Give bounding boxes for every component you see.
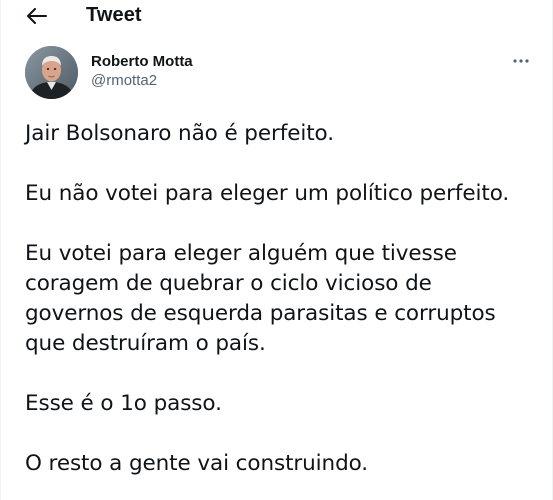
tweet-line: Eu não votei para eleger um político per… [25,181,510,206]
top-bar: Tweet [1,0,552,34]
arrow-left-icon [27,8,47,24]
tweet-line: governos de esquerda parasitas e corrupt… [25,301,496,326]
author-names: Roberto Motta @rmotta2 [91,52,193,91]
tweet-author: Roberto Motta @rmotta2 [25,46,536,102]
back-button[interactable] [23,3,51,29]
tweet-line: O resto a gente vai construindo. [25,451,369,476]
more-horizontal-icon [513,59,529,63]
tweet-text: Jair Bolsonaro não é perfeito. Eu não vo… [25,119,542,479]
tweet-page: Tweet Roberto Motta @rmotta2 Jair Bolson… [0,0,553,500]
tweet-line: Jair Bolsonaro não é perfeito. [25,121,334,146]
avatar[interactable] [25,46,78,99]
author-display-name[interactable]: Roberto Motta [91,52,193,71]
tweet-line: Eu votei para eleger alguém que tivesse [25,241,457,266]
tweet-line: coragem de quebrar o ciclo vicioso de [25,271,432,296]
tweet-line: Esse é o 1o passo. [25,391,222,416]
tweet-line: que destruíram o país. [25,331,266,356]
author-handle[interactable]: @rmotta2 [91,71,193,91]
user-avatar-image [25,46,78,99]
page-title: Tweet [86,4,142,26]
more-options-button[interactable] [510,52,532,70]
